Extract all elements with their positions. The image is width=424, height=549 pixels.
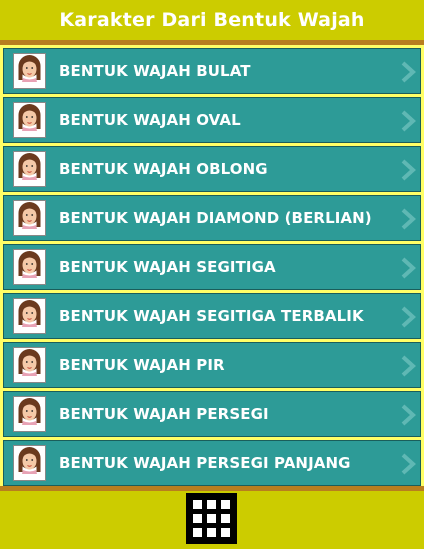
face-thumbnail-icon: [13, 200, 46, 236]
list-item-label: BENTUK WAJAH SEGITIGA: [59, 258, 276, 276]
face-shape-list: BENTUK WAJAH BULAT BENTUK WAJAH OVAL BEN…: [0, 45, 424, 486]
list-item[interactable]: BENTUK WAJAH PERSEGI: [3, 391, 421, 437]
list-item-label: BENTUK WAJAH SEGITIGA TERBALIK: [59, 307, 364, 325]
list-item-label: BENTUK WAJAH PERSEGI PANJANG: [59, 454, 351, 472]
chevron-right-icon: [400, 61, 416, 87]
list-item-label: BENTUK WAJAH OBLONG: [59, 160, 268, 178]
face-thumbnail-icon: [13, 53, 46, 89]
list-item[interactable]: BENTUK WAJAH SEGITIGA TERBALIK: [3, 293, 421, 339]
face-thumbnail-icon: [13, 396, 46, 432]
list-item[interactable]: BENTUK WAJAH OBLONG: [3, 146, 421, 192]
face-thumbnail-icon: [13, 347, 46, 383]
list-item-label: BENTUK WAJAH BULAT: [59, 62, 251, 80]
list-item[interactable]: BENTUK WAJAH BULAT: [3, 48, 421, 94]
grid-menu-icon: [193, 500, 230, 537]
list-item[interactable]: BENTUK WAJAH OVAL: [3, 97, 421, 143]
app-header: Karakter Dari Bentuk Wajah: [0, 0, 424, 40]
grid-menu-button[interactable]: [186, 493, 237, 544]
chevron-right-icon: [400, 404, 416, 430]
footer-bar: [0, 491, 424, 549]
chevron-right-icon: [400, 453, 416, 479]
list-item[interactable]: BENTUK WAJAH PERSEGI PANJANG: [3, 440, 421, 486]
face-thumbnail-icon: [13, 298, 46, 334]
list-item-label: BENTUK WAJAH OVAL: [59, 111, 241, 129]
list-item[interactable]: BENTUK WAJAH PIR: [3, 342, 421, 388]
list-item[interactable]: BENTUK WAJAH SEGITIGA: [3, 244, 421, 290]
face-thumbnail-icon: [13, 102, 46, 138]
face-thumbnail-icon: [13, 151, 46, 187]
app-title: Karakter Dari Bentuk Wajah: [59, 9, 365, 31]
chevron-right-icon: [400, 110, 416, 136]
list-item[interactable]: BENTUK WAJAH DIAMOND (BERLIAN): [3, 195, 421, 241]
chevron-right-icon: [400, 208, 416, 234]
list-item-label: BENTUK WAJAH DIAMOND (BERLIAN): [59, 209, 372, 227]
chevron-right-icon: [400, 159, 416, 185]
face-thumbnail-icon: [13, 249, 46, 285]
chevron-right-icon: [400, 355, 416, 381]
chevron-right-icon: [400, 257, 416, 283]
list-item-label: BENTUK WAJAH PERSEGI: [59, 405, 269, 423]
face-thumbnail-icon: [13, 445, 46, 481]
chevron-right-icon: [400, 306, 416, 332]
list-item-label: BENTUK WAJAH PIR: [59, 356, 225, 374]
